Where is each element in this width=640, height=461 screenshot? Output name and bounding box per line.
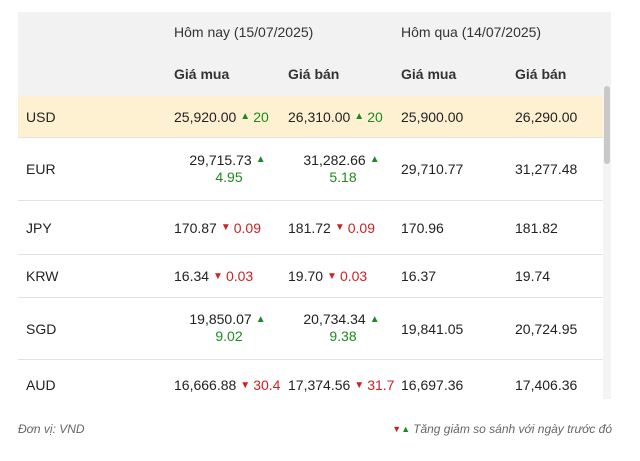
currency-code: SGD [26,320,57,337]
yesterday-buy-cell: 16,697.36 [401,377,464,393]
triangle-down-icon: ▼ [240,379,251,391]
yesterday-buy-cell: 25,900.00 [401,108,464,125]
yesterday-buy-cell: 29,710.77 [401,161,464,177]
today-buy-cell: 25,920.00 ▲ 20 [174,96,284,137]
rate-change: 20 [367,108,383,125]
currency-code: KRW [26,268,59,284]
rate-value: 19.70 [288,268,324,284]
today-buy-header: Giá mua [174,66,230,82]
triangle-down-icon: ▼ [327,270,337,282]
yesterday-buy-cell: 16.37 [401,268,437,284]
yesterday-sell-cell: 26,290.00 [515,108,578,125]
change-legend-text: Tăng giảm so sánh với ngày trước đó [413,422,612,436]
triangle-up-icon: ▲ [369,154,380,165]
triangle-up-icon: ▲ [369,313,380,325]
today-sell-cell: 19.70 ▼ 0.03 [288,255,398,297]
rate-value: 29,715.73 [189,151,252,168]
rate-change: 30.4 [253,377,281,393]
rate-value: 25,920.00 [174,108,237,125]
today-buy-cell: 29,715.73 ▲ 4.95 [174,138,284,200]
yesterday-sell-cell: 31,277.48 [515,161,578,177]
rate-change: 20 [253,108,269,125]
table-row-aud[interactable]: AUD 16,666.88 ▼ 30.4 17,374.56 ▼ 31.7 16,697… [18,360,611,399]
today-sell-cell: 181.72 ▼ 0.09 [288,201,398,254]
rate-change: 9.02 [215,328,243,344]
yesterday-sell-header: Giá bán [515,66,567,82]
rate-change: 5.18 [329,168,357,185]
rate-value: 26,310.00 [288,108,351,125]
rate-value: 16,666.88 [174,377,237,393]
today-buy-cell: 170.87 ▼ 0.09 [174,201,284,254]
triangle-down-icon: ▼ [354,379,365,391]
rate-value: 20,734.34 [303,311,366,327]
today-sell-cell: 17,374.56 ▼ 31.7 [288,360,398,399]
today-sell-cell: 31,282.66 ▲ 5.18 [288,138,398,200]
yesterday-sell-cell: 17,406.36 [515,377,578,393]
change-legend: ▼ ▲ Tăng giảm so sánh với ngày trước đó [392,422,612,436]
exchange-rate-table[interactable]: Hôm nay (15/07/2025) Hôm qua (14/07/2025… [18,12,611,399]
triangle-up-icon: ▲ [255,313,266,325]
rate-change: 0.09 [347,219,375,236]
table-header-dates: Hôm nay (15/07/2025) Hôm qua (14/07/2025… [18,12,611,52]
table-row-usd[interactable]: USD 25,920.00 ▲ 20 26,310.00 ▲ 20 25,900.00 2… [18,96,611,138]
rate-change: 4.95 [215,168,243,185]
scrollbar-thumb[interactable] [604,86,610,164]
yesterday-sell-cell: 181.82 [515,219,558,236]
rate-change: 0.09 [233,219,261,236]
triangle-up-icon: ▲ [255,154,266,165]
currency-code: AUD [26,377,56,393]
yesterday-sell-cell: 20,724.95 [515,320,578,337]
today-sell-header: Giá bán [288,66,340,82]
triangle-up-icon: ▲ [240,111,251,122]
rate-value: 170.87 [174,219,217,236]
rate-change: 0.03 [225,268,254,284]
rate-change: 31.7 [367,377,395,393]
triangle-down-icon: ▼ [213,270,223,282]
rate-value: 17,374.56 [288,377,351,393]
table-row-eur[interactable]: EUR 29,715.73 ▲ 4.95 31,282.66 ▲ 5.18 29,7… [18,138,611,201]
today-buy-cell: 19,850.07 ▲ 9.02 [174,298,284,359]
table-row-jpy[interactable]: JPY 170.87 ▼ 0.09 181.72 ▼ 0.09 170.96 181.82 [18,201,611,255]
yesterday-buy-cell: 19,841.05 [401,320,464,337]
today-sell-cell: 20,734.34 ▲ 9.38 [288,298,398,359]
today-sell-cell: 26,310.00 ▲ 20 [288,96,398,137]
table-row-sgd[interactable]: SGD 19,850.07 ▲ 9.02 20,734.34 ▲ 9.38 19,8… [18,298,611,360]
rate-value: 19,850.07 [189,311,252,327]
triangle-up-icon: ▲ [401,424,411,434]
triangle-up-icon: ▲ [354,111,365,122]
yesterday-buy-header: Giá mua [401,66,457,82]
currency-code: EUR [26,161,56,177]
currency-code: USD [26,108,56,125]
table-scrollbar[interactable] [603,84,611,399]
today-buy-cell: 16,666.88 ▼ 30.4 [174,360,284,399]
yesterday-buy-cell: 170.96 [401,219,444,236]
today-buy-cell: 16.34 ▼ 0.03 [174,255,284,297]
table-header-columns: Giá mua Giá bán Giá mua Giá bán [18,52,611,96]
rate-change: 0.03 [339,268,368,284]
triangle-down-icon: ▼ [220,222,231,233]
triangle-down-icon: ▼ [334,222,345,233]
triangle-down-icon: ▼ [392,424,402,434]
rate-value: 31,282.66 [303,151,366,168]
today-date-header: Hôm nay (15/07/2025) [174,24,314,40]
rate-change: 9.38 [329,328,357,344]
table-row-krw[interactable]: KRW 16.34 ▼ 0.03 19.70 ▼ 0.03 16.37 19.74 [18,255,611,298]
rate-value: 16.34 [174,268,210,284]
rate-value: 181.72 [288,219,331,236]
unit-note: Đơn vị: VND [18,422,85,436]
yesterday-date-header: Hôm qua (14/07/2025) [401,24,542,40]
yesterday-sell-cell: 19.74 [515,268,551,284]
currency-code: JPY [26,219,52,236]
